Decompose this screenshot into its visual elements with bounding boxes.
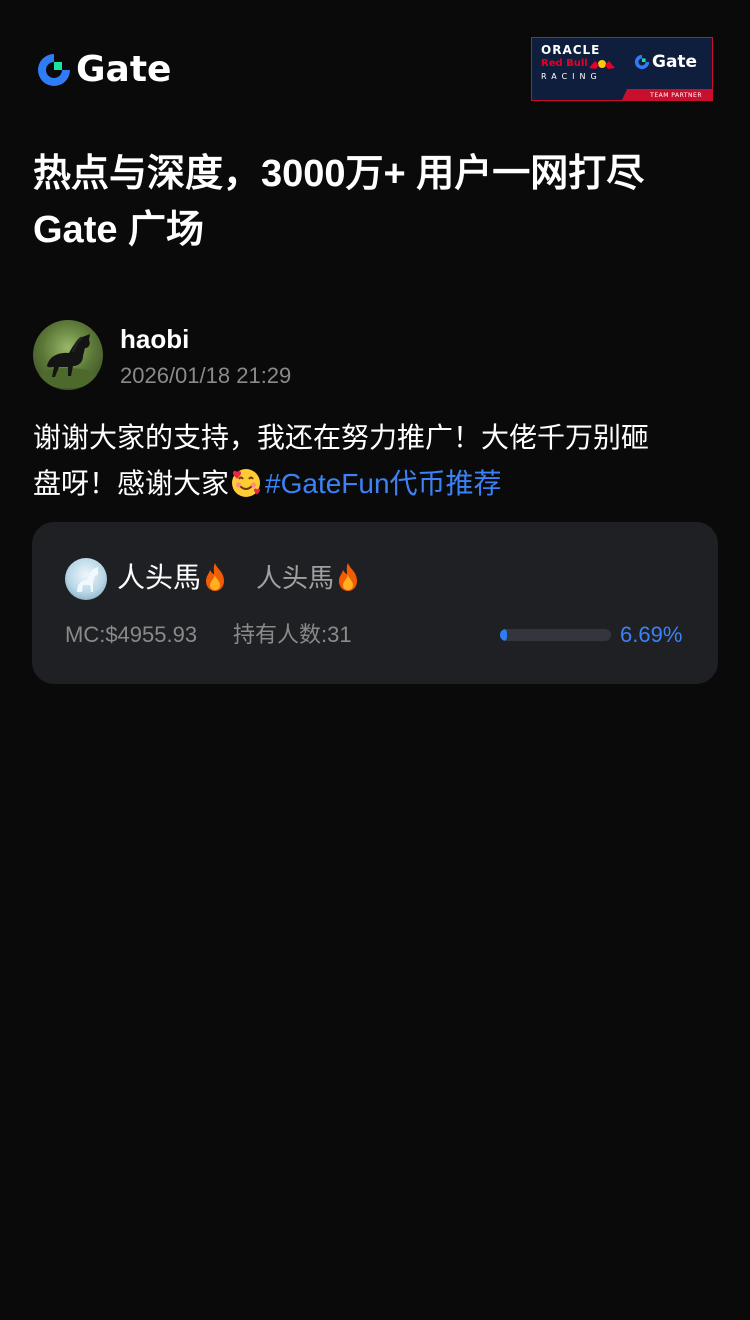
- partner-line3: RACING: [541, 72, 602, 81]
- horse-icon: [38, 334, 98, 388]
- page-title: 热点与深度，3000万+ 用户一网打尽 Gate 广场: [33, 146, 723, 258]
- partner-line2: Red Bull: [541, 58, 588, 69]
- progress-bar: [500, 629, 611, 641]
- post-content: 谢谢大家的支持，我还在努力推广！大佬千万别砸 盘呀！感谢大家 #GateFun代…: [33, 415, 723, 507]
- partner-brand: Gate: [652, 52, 698, 72]
- partner-badge[interactable]: ORACLE Red Bull RACING Gate TEAM PARTNER: [531, 37, 713, 101]
- holder-count: 持有人数:31: [233, 622, 352, 647]
- post-text-line2: 盘呀！感谢大家 #GateFun代币推荐: [33, 461, 723, 507]
- token-ticker-text: 人头馬: [256, 563, 335, 593]
- horse-statue-icon: [77, 567, 99, 592]
- author-name[interactable]: haobi: [120, 324, 189, 354]
- post-author[interactable]: haobi 2026/01/18 21:29: [33, 320, 723, 392]
- gate-logo-icon: [38, 54, 70, 86]
- token-ticker: 人头馬: [256, 560, 362, 596]
- post-timestamp: 2026/01/18 21:29: [120, 363, 292, 388]
- brand-name: Gate: [76, 49, 172, 90]
- gate-logo[interactable]: Gate: [36, 50, 171, 90]
- fire-icon: [206, 563, 225, 591]
- red-bull-icon: [589, 60, 615, 69]
- fire-icon: [339, 563, 358, 591]
- partner-line1: ORACLE: [541, 43, 601, 57]
- progress-fill: [500, 629, 508, 641]
- token-name: 人头馬: [117, 560, 229, 596]
- post-text-line2-prefix: 盘呀！感谢大家: [33, 468, 230, 499]
- hashtag-link[interactable]: #GateFun代币推荐: [265, 468, 502, 499]
- token-name-text: 人头馬: [117, 562, 202, 593]
- partner-tag: TEAM PARTNER: [650, 92, 702, 99]
- page-title-line1: 热点与深度，3000万+ 用户一网打尽: [33, 153, 645, 195]
- token-card[interactable]: 人头馬 人头馬 MC:$4955.93 持有人数:31 6.69%: [32, 522, 718, 684]
- avatar[interactable]: [33, 320, 103, 390]
- gate-logo-icon: [634, 54, 650, 70]
- smiling-face-with-hearts-icon: [232, 469, 261, 497]
- page-title-line2: Gate 广场: [33, 209, 205, 251]
- progress-percent: 6.69%: [620, 622, 683, 647]
- header: Gate ORACLE Red Bull RACING Gate TEAM PA…: [0, 0, 750, 140]
- token-avatar: [65, 558, 107, 600]
- post-text-line1: 谢谢大家的支持，我还在努力推广！大佬千万别砸: [33, 422, 650, 453]
- market-cap: MC:$4955.93: [65, 622, 198, 647]
- partner-gate-logo: Gate: [634, 52, 697, 72]
